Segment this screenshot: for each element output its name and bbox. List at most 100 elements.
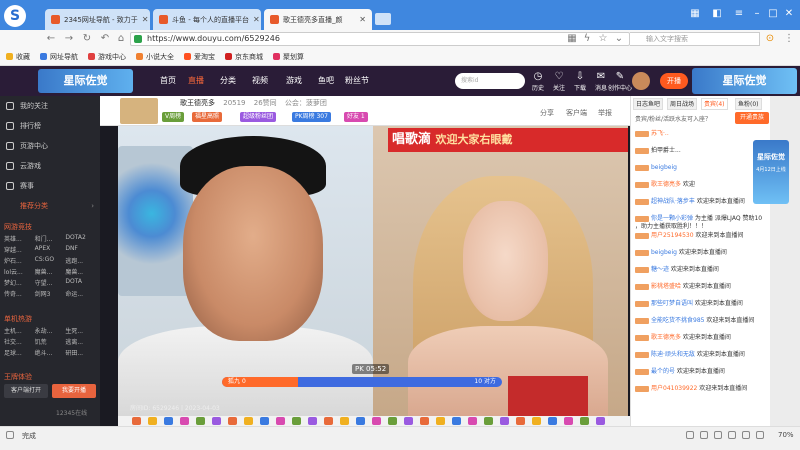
avatar[interactable]: [632, 72, 650, 90]
open-client-button[interactable]: 客户端打开: [4, 384, 48, 398]
browser-tab-active[interactable]: 歌王德亮多直播_颜 ✕: [264, 9, 372, 30]
bookmark-favorites[interactable]: 收藏: [6, 52, 30, 62]
chat-nick[interactable]: 全能吃货不挑食985: [651, 317, 706, 324]
browser-search-input[interactable]: 输入文字搜索: [630, 32, 760, 46]
category-link[interactable]: DOTA: [65, 278, 96, 287]
history-button[interactable]: ◷ 历史: [528, 70, 548, 94]
category-link[interactable]: 魔兽...: [65, 267, 96, 276]
mute-icon[interactable]: [742, 431, 750, 439]
gift-icon[interactable]: [260, 417, 269, 425]
gift-icon[interactable]: [484, 417, 493, 425]
chat-nick[interactable]: 糖～迹: [651, 266, 671, 273]
download-icon[interactable]: [714, 431, 722, 439]
bookmark-item[interactable]: 京东商城: [225, 52, 263, 62]
lock-icon[interactable]: [700, 431, 708, 439]
refresh-icon[interactable]: ↻: [80, 32, 94, 46]
client-link[interactable]: 客户端: [566, 108, 587, 118]
gift-icon[interactable]: [340, 417, 349, 425]
category-link[interactable]: DOTA2: [65, 234, 96, 243]
category-link[interactable]: 炉石...: [4, 256, 35, 265]
gift-icon[interactable]: [308, 417, 317, 425]
chat-nick[interactable]: 最个的号: [651, 368, 677, 375]
gift-icon[interactable]: [180, 417, 189, 425]
gift-icon[interactable]: [228, 417, 237, 425]
sidebar-item-recommend[interactable]: 推荐分类 ›: [0, 196, 100, 216]
new-tab-button[interactable]: [375, 13, 391, 25]
url-input[interactable]: https://www.douyu.com/6529246: [130, 32, 630, 46]
chat-nick[interactable]: 歌王德亮多: [651, 181, 683, 188]
gift-icon[interactable]: [404, 417, 413, 425]
gift-icon[interactable]: [148, 417, 157, 425]
category-link[interactable]: CS:GO: [35, 256, 66, 265]
room-tag[interactable]: 超级粉丝团: [240, 112, 277, 122]
sidebar-item-follow[interactable]: 我的关注: [0, 96, 100, 116]
category-link[interactable]: 逃离...: [65, 337, 96, 346]
chat-nick[interactable]: 你是一颗小彩弹: [651, 215, 695, 222]
sidebar-item-webgame[interactable]: 页游中心: [0, 136, 100, 156]
category-link[interactable]: 穿越...: [4, 245, 35, 254]
gift-icon[interactable]: [580, 417, 589, 425]
gift-icon[interactable]: [132, 417, 141, 425]
category-link[interactable]: APEX: [35, 245, 66, 254]
chat-nick[interactable]: 陈迪·顽头和无敌: [651, 351, 697, 358]
close-icon[interactable]: ✕: [142, 15, 149, 24]
room-avatar[interactable]: [120, 98, 158, 124]
gift-icon[interactable]: [356, 417, 365, 425]
gift-icon[interactable]: [196, 417, 205, 425]
browser-tab[interactable]: 斗鱼 - 每个人的直播平台 ✕: [153, 9, 261, 30]
skin-icon[interactable]: ◧: [710, 8, 724, 20]
gift-icon[interactable]: [452, 417, 461, 425]
chat-nick[interactable]: 歌王德亮多: [651, 334, 683, 341]
category-link[interactable]: 剑网3: [35, 289, 66, 298]
chevron-down-icon[interactable]: ⌄: [612, 32, 626, 46]
sidebar-item-cloud[interactable]: 云游戏: [0, 156, 100, 176]
panel-icon[interactable]: [6, 431, 14, 439]
nav-video[interactable]: 视频: [248, 66, 272, 96]
gift-icon[interactable]: [532, 417, 541, 425]
gift-icon[interactable]: [276, 417, 285, 425]
category-link[interactable]: 传奇...: [4, 289, 35, 298]
category-link[interactable]: DNF: [65, 245, 96, 254]
chat-nick[interactable]: 用户041039922: [651, 385, 699, 392]
category-link[interactable]: 英雄...: [4, 234, 35, 243]
category-link[interactable]: lol云...: [4, 267, 35, 276]
chat-tab-active[interactable]: 贵宾(4): [701, 98, 728, 110]
mail-icon[interactable]: [756, 431, 764, 439]
start-live-sidebar-button[interactable]: 我要开播: [52, 384, 96, 398]
chat-nick[interactable]: 用户25194530: [651, 232, 695, 239]
security-icon[interactable]: [686, 431, 694, 439]
chat-nick[interactable]: 影桃塔盛哈: [651, 283, 683, 290]
start-live-button[interactable]: 开播: [660, 73, 688, 89]
room-tag[interactable]: 福星高照: [192, 112, 223, 122]
site-logo[interactable]: 星际佐觉: [38, 69, 133, 93]
chat-nick[interactable]: beigbeig: [651, 249, 679, 256]
forward-icon[interactable]: →: [62, 32, 76, 46]
star-icon[interactable]: ☆: [596, 32, 610, 46]
nav-home[interactable]: 首页: [158, 66, 178, 96]
home-icon[interactable]: ⌂: [114, 32, 128, 46]
maximize-icon[interactable]: □: [766, 8, 780, 20]
back-icon[interactable]: ←: [44, 32, 58, 46]
browser-logo-icon[interactable]: S: [4, 5, 26, 27]
gift-icon[interactable]: [164, 417, 173, 425]
category-link[interactable]: 生死...: [65, 326, 96, 335]
gift-icon[interactable]: [516, 417, 525, 425]
gift-icon[interactable]: [292, 417, 301, 425]
grid-icon[interactable]: ▦: [565, 32, 579, 46]
category-link[interactable]: 梦幻...: [4, 278, 35, 287]
zoom-level[interactable]: 70%: [778, 431, 794, 439]
menu-icon[interactable]: ▦: [688, 8, 702, 20]
category-link[interactable]: 饥荒: [35, 337, 66, 346]
download-icon[interactable]: ⊙: [763, 32, 777, 46]
gift-icon[interactable]: [388, 417, 397, 425]
room-tag[interactable]: PK周榜 307: [292, 112, 331, 122]
site-search-input[interactable]: 搜索id: [455, 73, 525, 89]
minimize-icon[interactable]: –: [750, 8, 764, 20]
category-link[interactable]: 主机...: [4, 326, 35, 335]
bookmark-item[interactable]: 网址导航: [40, 52, 78, 62]
report-link[interactable]: 举报: [598, 108, 612, 118]
category-link[interactable]: 守望...: [35, 278, 66, 287]
join-guard-button[interactable]: 开通贵族: [735, 112, 769, 124]
chat-nick[interactable]: 苏飞·..: [651, 130, 669, 137]
nav-fans[interactable]: 粉丝节: [344, 66, 370, 96]
